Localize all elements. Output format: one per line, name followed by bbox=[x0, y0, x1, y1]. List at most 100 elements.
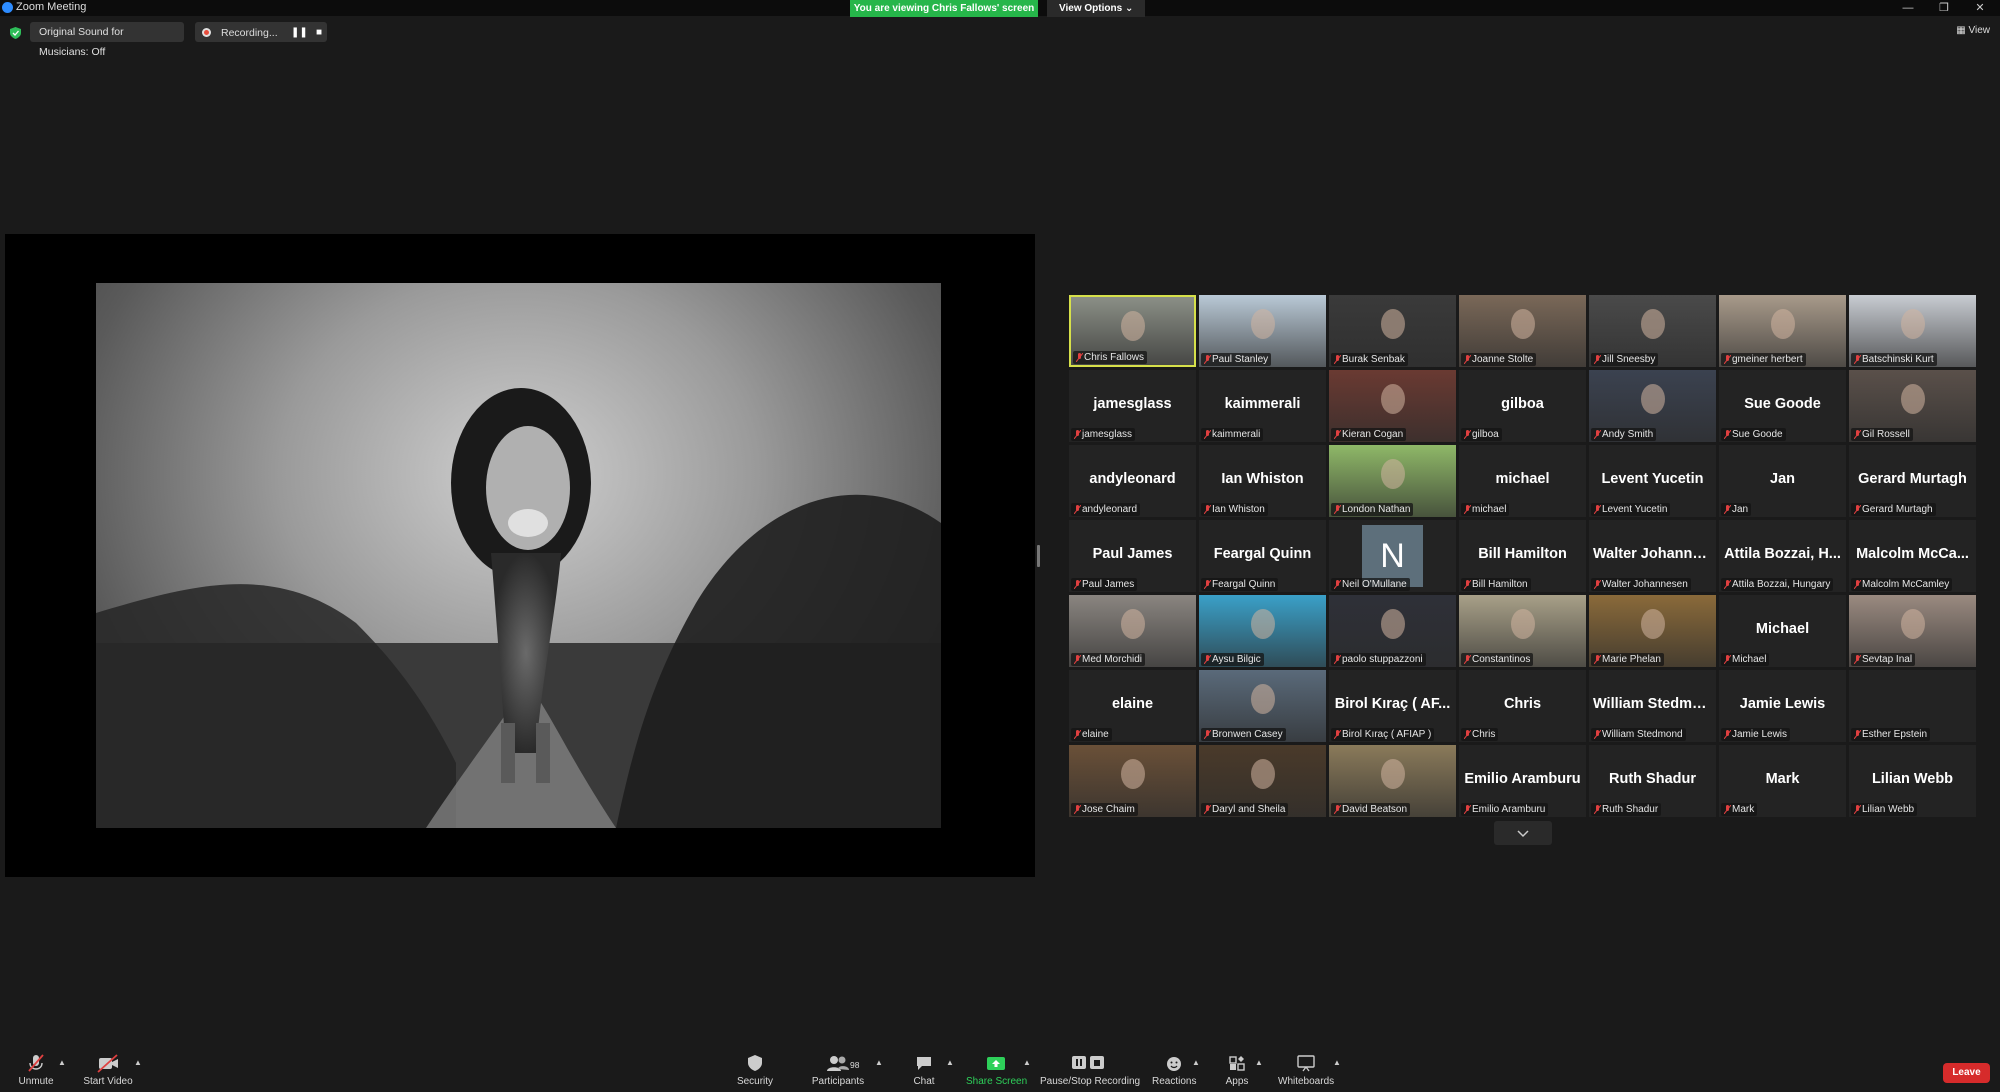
participant-tile[interactable]: Jan Jan bbox=[1719, 445, 1846, 517]
participant-tile[interactable]: Med Morchidi bbox=[1069, 595, 1196, 667]
participant-name: Marie Phelan bbox=[1602, 654, 1661, 665]
audio-options-caret[interactable]: ▲ bbox=[58, 1058, 66, 1067]
participant-tile[interactable]: Esther Epstein bbox=[1849, 670, 1976, 742]
apps-button[interactable]: Apps bbox=[1223, 1052, 1251, 1087]
participant-tile[interactable]: Emilio Aramburu Emilio Aramburu bbox=[1459, 745, 1586, 817]
participant-display-name: michael bbox=[1495, 471, 1550, 487]
whiteboards-options-caret[interactable]: ▲ bbox=[1333, 1058, 1341, 1067]
stop-recording-icon[interactable]: ■ bbox=[312, 26, 326, 40]
original-sound-button[interactable]: Original Sound for Musicians: Off bbox=[30, 22, 184, 58]
apps-options-caret[interactable]: ▲ bbox=[1255, 1058, 1263, 1067]
participant-tile[interactable]: Kieran Cogan bbox=[1329, 370, 1456, 442]
chat-button[interactable]: Chat bbox=[910, 1052, 938, 1087]
participant-tile[interactable]: Aysu Bilgic bbox=[1199, 595, 1326, 667]
view-options-button[interactable]: View Options ⌄ bbox=[1047, 0, 1146, 17]
minimize-icon[interactable]: — bbox=[1890, 0, 1926, 16]
participant-tile[interactable]: gilboa gilboa bbox=[1459, 370, 1586, 442]
zoom-logo-icon bbox=[2, 2, 13, 13]
muted-mic-icon bbox=[1464, 355, 1471, 364]
participant-tile[interactable]: Jamie Lewis Jamie Lewis bbox=[1719, 670, 1846, 742]
participant-tile[interactable]: jamesglass jamesglass bbox=[1069, 370, 1196, 442]
participant-tile[interactable]: Gerard Murtagh Gerard Murtagh bbox=[1849, 445, 1976, 517]
participant-name: Jamie Lewis bbox=[1732, 729, 1788, 740]
share-screen-button[interactable]: Share Screen bbox=[966, 1052, 1027, 1087]
whiteboard-icon bbox=[1297, 1055, 1315, 1072]
security-button[interactable]: Security bbox=[734, 1052, 776, 1087]
encryption-shield-icon[interactable] bbox=[10, 27, 21, 39]
participant-tile[interactable]: Constantinos bbox=[1459, 595, 1586, 667]
participant-tile[interactable]: N Neil O'Mullane bbox=[1329, 520, 1456, 592]
chat-options-caret[interactable]: ▲ bbox=[946, 1058, 954, 1067]
participant-tile[interactable]: Andy Smith bbox=[1589, 370, 1716, 442]
participant-tile[interactable]: Chris Fallows bbox=[1069, 295, 1196, 367]
participant-display-name: kaimmerali bbox=[1224, 396, 1301, 412]
participant-tile[interactable]: David Beatson bbox=[1329, 745, 1456, 817]
muted-mic-icon bbox=[1074, 805, 1081, 814]
restore-icon[interactable]: ❐ bbox=[1926, 0, 1962, 16]
whiteboards-button[interactable]: Whiteboards bbox=[1278, 1052, 1334, 1087]
participant-tile[interactable]: Chris Chris bbox=[1459, 670, 1586, 742]
leave-button[interactable]: Leave bbox=[1943, 1063, 1990, 1083]
muted-mic-icon bbox=[1204, 580, 1211, 589]
participant-tile[interactable]: Ruth Shadur Ruth Shadur bbox=[1589, 745, 1716, 817]
view-button[interactable]: ▦ View bbox=[1956, 25, 1990, 36]
participant-name-label: Mark bbox=[1721, 803, 1758, 816]
start-video-button[interactable]: Start Video bbox=[80, 1052, 136, 1087]
participant-tile[interactable]: gmeiner herbert bbox=[1719, 295, 1846, 367]
participant-tile[interactable]: Feargal Quinn Feargal Quinn bbox=[1199, 520, 1326, 592]
participant-tile[interactable]: London Nathan bbox=[1329, 445, 1456, 517]
pause-stop-recording-button[interactable]: Pause/Stop Recording bbox=[1040, 1052, 1140, 1087]
participants-options-caret[interactable]: ▲ bbox=[875, 1058, 883, 1067]
participant-display-name: Sue Goode bbox=[1744, 396, 1821, 412]
participant-tile[interactable]: Paul Stanley bbox=[1199, 295, 1326, 367]
participant-tile[interactable]: Batschinski Kurt bbox=[1849, 295, 1976, 367]
muted-mic-icon bbox=[1334, 580, 1341, 589]
participant-tile[interactable]: William Stedmo... William Stedmond bbox=[1589, 670, 1716, 742]
participant-tile[interactable]: Sevtap Inal bbox=[1849, 595, 1976, 667]
participant-tile[interactable]: Bill Hamilton Bill Hamilton bbox=[1459, 520, 1586, 592]
participant-tile[interactable]: Lilian Webb Lilian Webb bbox=[1849, 745, 1976, 817]
participant-tile[interactable]: kaimmerali kaimmerali bbox=[1199, 370, 1326, 442]
participant-tile[interactable]: andyleonard andyleonard bbox=[1069, 445, 1196, 517]
participant-tile[interactable]: Jose Chaim bbox=[1069, 745, 1196, 817]
participant-tile[interactable]: Birol Kıraç ( AF... Birol Kıraç ( AFIAP ) bbox=[1329, 670, 1456, 742]
participant-name: Malcolm McCamley bbox=[1862, 579, 1950, 590]
pause-recording-icon[interactable]: ❚❚ bbox=[291, 26, 308, 40]
participant-tile[interactable]: Bronwen Casey bbox=[1199, 670, 1326, 742]
participant-tile[interactable]: Marie Phelan bbox=[1589, 595, 1716, 667]
share-options-caret[interactable]: ▲ bbox=[1023, 1058, 1031, 1067]
window-title: Zoom Meeting bbox=[16, 1, 87, 13]
participant-tile[interactable]: Levent Yucetin Levent Yucetin bbox=[1589, 445, 1716, 517]
reactions-options-caret[interactable]: ▲ bbox=[1192, 1058, 1200, 1067]
participant-tile[interactable]: Ian Whiston Ian Whiston bbox=[1199, 445, 1326, 517]
participant-name-label: Malcolm McCamley bbox=[1851, 578, 1953, 591]
participant-tile[interactable]: Sue Goode Sue Goode bbox=[1719, 370, 1846, 442]
participant-tile[interactable]: Michael Michael bbox=[1719, 595, 1846, 667]
participant-display-name: Mark bbox=[1765, 771, 1800, 787]
participant-tile[interactable]: Daryl and Sheila bbox=[1199, 745, 1326, 817]
muted-mic-icon bbox=[1074, 655, 1081, 664]
participant-name-label: andyleonard bbox=[1071, 503, 1141, 516]
close-icon[interactable]: ✕ bbox=[1962, 0, 1998, 16]
participant-tile[interactable]: elaine elaine bbox=[1069, 670, 1196, 742]
participant-tile[interactable]: michael michael bbox=[1459, 445, 1586, 517]
participant-tile[interactable]: Jill Sneesby bbox=[1589, 295, 1716, 367]
reactions-button[interactable]: Reactions bbox=[1152, 1052, 1196, 1087]
participant-tile[interactable]: paolo stuppazzoni bbox=[1329, 595, 1456, 667]
participant-name: Feargal Quinn bbox=[1212, 579, 1276, 590]
participant-tile[interactable]: Mark Mark bbox=[1719, 745, 1846, 817]
participant-tile[interactable]: Paul James Paul James bbox=[1069, 520, 1196, 592]
participant-tile[interactable]: Joanne Stolte bbox=[1459, 295, 1586, 367]
participant-tile[interactable]: Attila Bozzai, H... Attila Bozzai, Hungar… bbox=[1719, 520, 1846, 592]
participant-name: jamesglass bbox=[1082, 429, 1133, 440]
participant-tile[interactable]: Burak Senbak bbox=[1329, 295, 1456, 367]
participant-name-label: Esther Epstein bbox=[1851, 728, 1931, 741]
participant-name: Ruth Shadur bbox=[1602, 804, 1659, 815]
panel-resize-handle[interactable] bbox=[1037, 545, 1040, 567]
participant-tile[interactable]: Gil Rossell bbox=[1849, 370, 1976, 442]
participant-tile[interactable]: Walter Johanne... Walter Johannesen bbox=[1589, 520, 1716, 592]
unmute-button[interactable]: Unmute bbox=[14, 1052, 58, 1087]
participant-tile[interactable]: Malcolm McCa... Malcolm McCamley bbox=[1849, 520, 1976, 592]
video-options-caret[interactable]: ▲ bbox=[134, 1058, 142, 1067]
gallery-next-page-button[interactable] bbox=[1494, 821, 1552, 845]
